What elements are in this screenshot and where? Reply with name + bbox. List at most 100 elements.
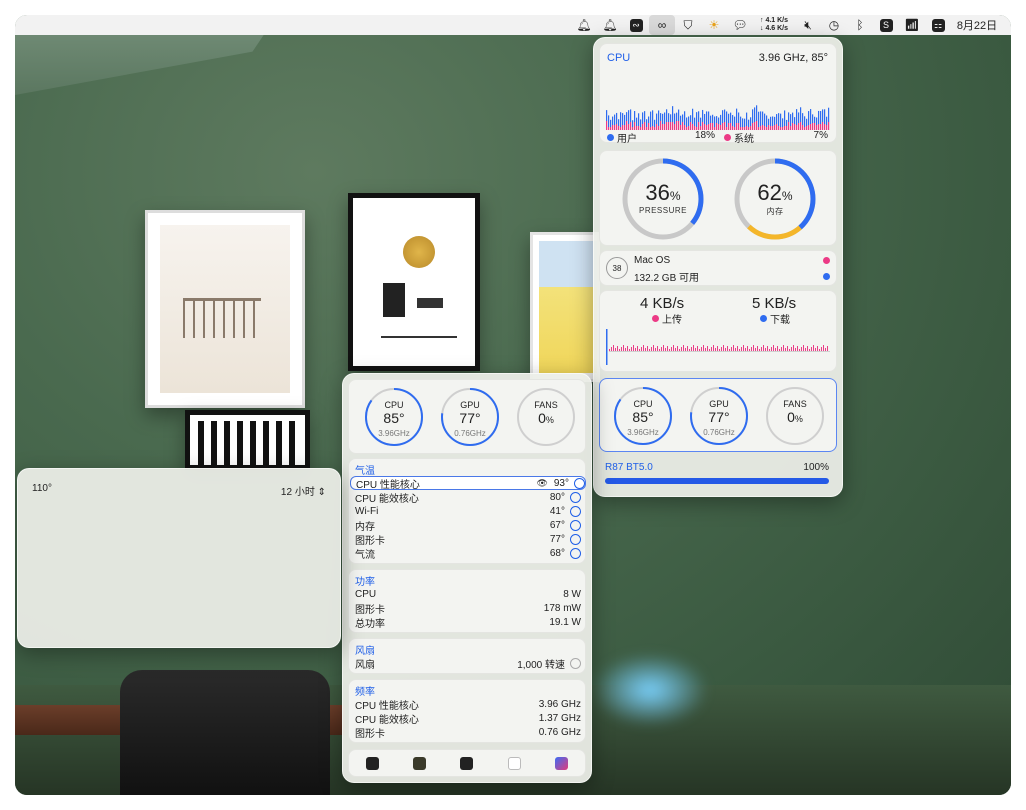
freq-label: 图形卡	[355, 728, 385, 740]
temp-toggle-icon[interactable]	[570, 547, 581, 559]
disk-free: 132.2 GB 可用	[634, 273, 700, 284]
cpu-user-bar	[620, 112, 622, 127]
net-upload-bar	[769, 349, 770, 351]
temp-toggle-icon[interactable]	[570, 491, 581, 503]
temp-row[interactable]: 图形卡 77°	[355, 532, 581, 547]
bell-icon[interactable]: 🔔︎	[571, 15, 597, 35]
system-info-icon[interactable]	[554, 756, 568, 770]
net-upload-bar	[731, 347, 732, 351]
temp-row[interactable]: 内存 67°	[355, 518, 581, 533]
power-value: 19.1 W	[549, 616, 581, 628]
sensor-gauges-card[interactable]: CPU 85° 3.96GHz GPU 77° 0.76GHz FANS 0%	[599, 378, 837, 452]
bell-alt-icon[interactable]: 🔔︎	[597, 15, 623, 35]
temp-row[interactable]: Wi-Fi 41°	[355, 504, 581, 518]
fan-row[interactable]: 风扇 1,000 转速	[355, 656, 581, 671]
power-value: 8 W	[563, 588, 581, 600]
temp-value: 77°	[549, 533, 565, 545]
temp-row[interactable]: 气流 68°	[355, 546, 581, 561]
cpu-system-bar	[788, 122, 790, 130]
disk-utility-icon[interactable]	[507, 756, 521, 770]
cpu-user-bar	[718, 117, 720, 124]
cpu-user-bar	[790, 114, 792, 126]
stats-app-icon[interactable]: ∾	[623, 15, 649, 35]
terminal-icon[interactable]	[460, 756, 474, 770]
freq-row[interactable]: CPU 能效核心 1.37 GHz	[355, 711, 581, 726]
activity-monitor-icon[interactable]	[366, 756, 380, 770]
freq-row[interactable]: 图形卡 0.76 GHz	[355, 725, 581, 740]
gauge-fans: FANS 0%	[764, 385, 826, 447]
cpu-system-bar	[712, 123, 714, 130]
temp-row[interactable]: CPU 性能核心 👁︎ 93°	[350, 476, 586, 491]
cpu-user-bar	[700, 117, 702, 126]
cpu-user-bar	[698, 111, 700, 122]
cpu-system-bar	[810, 124, 812, 130]
power-row[interactable]: CPU 8 W	[355, 587, 581, 601]
temp-toggle-icon[interactable]	[570, 533, 581, 545]
net-upload-bar	[615, 348, 616, 351]
temp-toggle-icon[interactable]	[570, 505, 581, 517]
temperature-section: 气温 CPU 性能核心 👁︎ 93° CPU 能效核心 80° Wi-Fi 41° 内存 67°…	[348, 458, 586, 564]
temp-toggle-icon[interactable]	[570, 519, 581, 531]
cpu-user-bar	[792, 112, 794, 123]
net-upload-bar	[809, 349, 810, 351]
sensor-gauges-card-mini[interactable]: CPU 85° 3.96GHz GPU 77° 0.76GHz FANS 0%	[348, 379, 586, 454]
gauge-gpu: GPU 77° 0.76GHz	[439, 386, 501, 448]
cpu-user-bar	[684, 111, 686, 125]
cpu-user-bar	[646, 119, 648, 127]
console-icon[interactable]	[413, 756, 427, 770]
gauge-gpu: GPU 77° 0.76GHz	[688, 385, 750, 447]
freq-value: 0.76 GHz	[538, 726, 581, 738]
pressure-memory-card[interactable]: 36% PRESSURE 62% 内存	[599, 150, 837, 246]
clock-icon[interactable]: ◷	[821, 15, 847, 35]
freq-row[interactable]: CPU 性能核心 3.96 GHz	[355, 697, 581, 712]
cpu-system-bar	[664, 124, 666, 130]
bluetooth-icon[interactable]: ᛒ	[847, 15, 873, 35]
cpu-user-bar	[784, 110, 786, 126]
net-upload-bar	[667, 346, 668, 351]
hide-eye-icon[interactable]: 👁︎	[536, 478, 547, 489]
network-chart	[606, 329, 830, 365]
power-row[interactable]: 图形卡 178 mW	[355, 601, 581, 616]
net-upload-bar	[621, 347, 622, 351]
temp-toggle-icon[interactable]	[574, 477, 585, 489]
net-upload-bar	[683, 345, 684, 351]
cpu-user-bar	[674, 113, 676, 124]
wechat-icon[interactable]: 💬︎	[727, 15, 753, 35]
disk-name: Mac OS	[634, 255, 671, 266]
mute-icon[interactable]: 🔇︎	[795, 15, 821, 35]
history-max-label: 110°	[32, 483, 52, 494]
shield-icon[interactable]: ⛉	[675, 15, 701, 35]
disk-card[interactable]: 38 Mac OS 132.2 GB 可用	[599, 250, 837, 286]
s-app-icon[interactable]: S	[873, 15, 899, 35]
wall-ceiling	[15, 33, 265, 95]
cpu-system-bar	[722, 123, 724, 130]
cpu-system-bar	[662, 124, 664, 130]
gauge-label: FANS	[534, 400, 558, 410]
net-upload-bar	[661, 347, 662, 351]
cpu-card[interactable]: CPU 3.96 GHz, 85° 用户 18% 系统 7%	[599, 43, 837, 145]
menubar-date[interactable]: 8月22日	[951, 15, 1003, 35]
net-upload-bar	[725, 348, 726, 351]
battery-card[interactable]: R87 BT5.0 100%	[599, 458, 837, 492]
cpu-system-bar	[752, 123, 754, 130]
frequency-section: 频率 CPU 性能核心 3.96 GHz CPU 能效核心 1.37 GHz 图形卡 0.…	[348, 679, 586, 743]
net-spike-bar	[606, 329, 608, 365]
cpu-user-bar	[694, 117, 696, 126]
link-icon[interactable]: ∞	[649, 15, 675, 35]
cpu-user-bar	[636, 117, 638, 126]
network-card[interactable]: 4 KB/s 上传 5 KB/s 下载	[599, 290, 837, 372]
cpu-system-pct: 7%	[813, 130, 828, 141]
weather-icon[interactable]: ☀	[701, 15, 727, 35]
history-range-select[interactable]: 12 小时 ⇕	[281, 483, 326, 498]
wifi-icon[interactable]: 📶︎	[899, 15, 925, 35]
gauge-value: 0%	[787, 409, 803, 425]
net-upload-bar	[639, 349, 640, 351]
power-row[interactable]: 总功率 19.1 W	[355, 615, 581, 630]
cpu-system-bar	[670, 122, 672, 130]
network-speed-indicator[interactable]: ↑ 4.1 K/s ↓ 4.6 K/s	[753, 15, 795, 35]
net-upload-bar	[779, 349, 780, 351]
temp-row[interactable]: CPU 能效核心 80°	[355, 490, 581, 505]
net-upload-bar	[655, 348, 656, 351]
control-center-icon[interactable]: ⚏	[925, 15, 951, 35]
fan-toggle-icon[interactable]	[570, 657, 581, 669]
